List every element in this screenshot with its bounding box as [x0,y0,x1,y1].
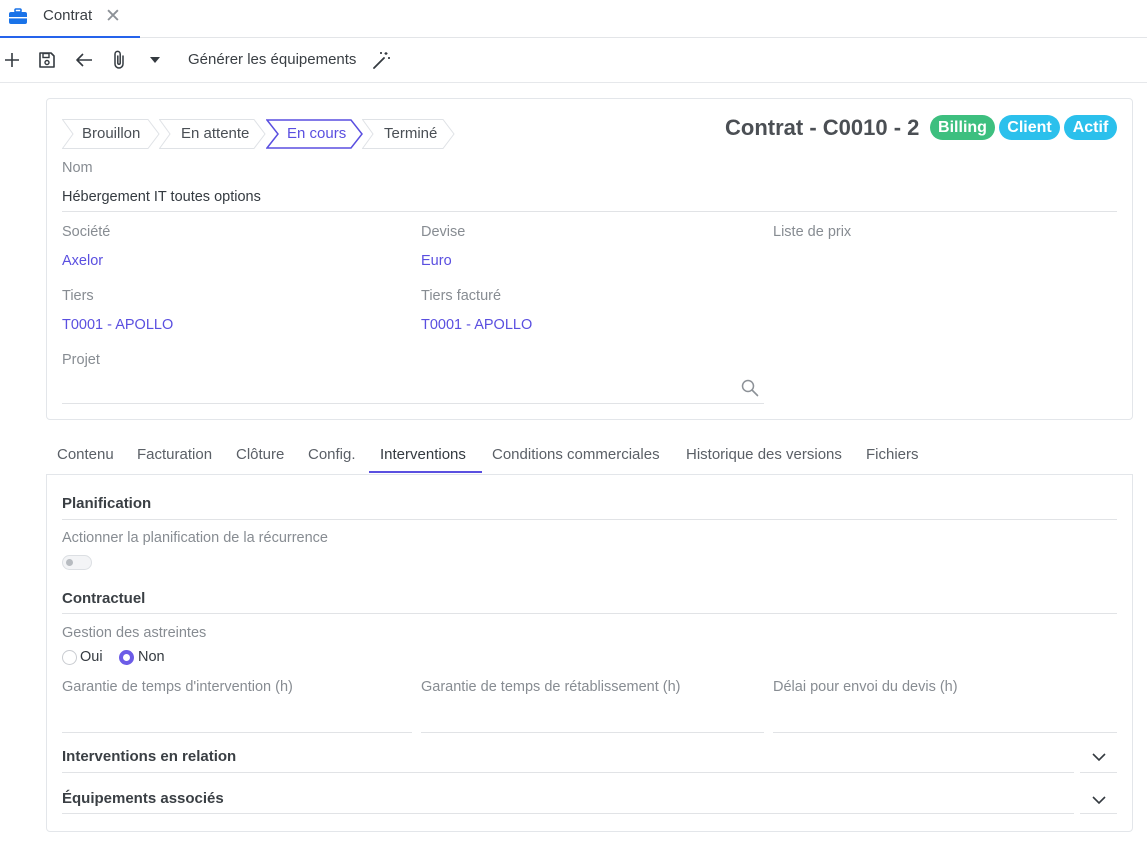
radio-non-label[interactable]: Non [138,649,165,665]
devise-label: Devise [421,224,466,240]
tab-contenu[interactable]: Contenu [57,446,114,463]
step-en-cours[interactable]: En cours [266,119,363,149]
societe-label: Société [62,224,111,240]
arrow-left-icon [76,53,92,67]
underline [421,732,764,733]
tiers-label: Tiers [62,288,94,304]
recurrence-label: Actionner la planification de la récurre… [62,530,328,546]
section-contractuel: Contractuel [62,590,146,607]
underline [62,732,412,733]
badge-client: Client [999,115,1060,140]
liste-prix-label: Liste de prix [773,224,852,240]
magic-wand-icon [373,52,390,69]
divider [62,772,1074,773]
tiers-link[interactable]: T0001 - APOLLO [62,317,173,333]
search-icon[interactable] [741,379,759,400]
new-button[interactable] [3,49,21,71]
tab-interventions[interactable]: Interventions [380,446,466,463]
projet-label: Projet [62,352,100,368]
radio-non[interactable] [119,650,134,665]
radio-oui[interactable] [62,650,77,665]
projet-underline [62,403,764,404]
nom-input[interactable]: Hébergement IT toutes options [62,189,261,205]
divider [62,613,1117,614]
nom-underline [62,211,1117,212]
nom-label: Nom [62,160,93,176]
step-termine[interactable]: Terminé [362,119,455,149]
divider [1080,813,1117,814]
interventions-panel [46,474,1133,832]
step-label: Terminé [384,125,438,142]
garantie-retablissement-label: Garantie de temps de rétablissement (h) [421,679,681,695]
tab-contrat[interactable]: Contrat ✕ [0,0,140,38]
devise-link[interactable]: Euro [421,253,452,269]
badge-actif: Actif [1064,115,1117,140]
toolbar: Générer les équipements [0,38,1147,83]
badge-billing: Billing [930,115,995,140]
garantie-intervention-input[interactable] [62,702,412,732]
close-icon[interactable]: ✕ [105,5,121,28]
plus-icon [5,53,19,67]
garantie-retablissement-input[interactable] [421,702,764,732]
garantie-intervention-label: Garantie de temps d'intervention (h) [62,679,293,695]
floppy-icon [39,52,55,68]
tab-strip: Contrat ✕ [0,0,1147,38]
section-planification: Planification [62,495,152,512]
caret-down-icon [150,57,160,63]
record-title: Contrat - C0010 - 2 [725,115,920,140]
section-equipements-associes[interactable]: Équipements associés [62,790,224,807]
delai-devis-label: Délai pour envoi du devis (h) [773,679,958,695]
step-label: Brouillon [82,125,141,142]
tab-cloture[interactable]: Clôture [236,446,284,463]
divider [1080,772,1117,773]
step-label: En cours [287,125,347,142]
divider [62,519,1117,520]
societe-link[interactable]: Axelor [62,253,103,269]
underline [773,732,1117,733]
projet-input[interactable] [62,372,764,402]
tab-facturation[interactable]: Facturation [137,446,212,463]
step-brouillon[interactable]: Brouillon [62,119,160,149]
tab-historique-versions[interactable]: Historique des versions [686,446,842,463]
back-button[interactable] [74,49,94,71]
chevron-down-icon[interactable] [1092,792,1106,808]
magic-button[interactable] [372,49,392,71]
section-interventions-relation[interactable]: Interventions en relation [62,748,236,765]
attachment-button[interactable] [110,49,128,71]
active-tab-indicator [369,471,482,473]
toggle-knob [66,559,73,566]
tab-config[interactable]: Config. [308,446,356,463]
chevron-down-icon[interactable] [1092,749,1106,765]
divider [62,813,1074,814]
tab-fichiers[interactable]: Fichiers [866,446,919,463]
briefcase-icon [8,8,28,29]
save-button[interactable] [37,49,57,71]
step-label: En attente [181,125,250,142]
tab-conditions-commerciales[interactable]: Conditions commerciales [492,446,660,463]
radio-oui-label[interactable]: Oui [80,649,103,665]
generate-equipments-button[interactable]: Générer les équipements [188,51,356,68]
step-en-attente[interactable]: En attente [159,119,266,149]
tiers-facture-link[interactable]: T0001 - APOLLO [421,317,532,333]
delai-devis-input[interactable] [773,702,1117,732]
tiers-facture-label: Tiers facturé [421,288,502,304]
paperclip-icon [114,50,124,69]
more-dropdown[interactable] [148,49,162,71]
recurrence-toggle[interactable] [62,555,92,570]
astreintes-label: Gestion des astreintes [62,625,207,641]
tab-label: Contrat [43,7,93,24]
